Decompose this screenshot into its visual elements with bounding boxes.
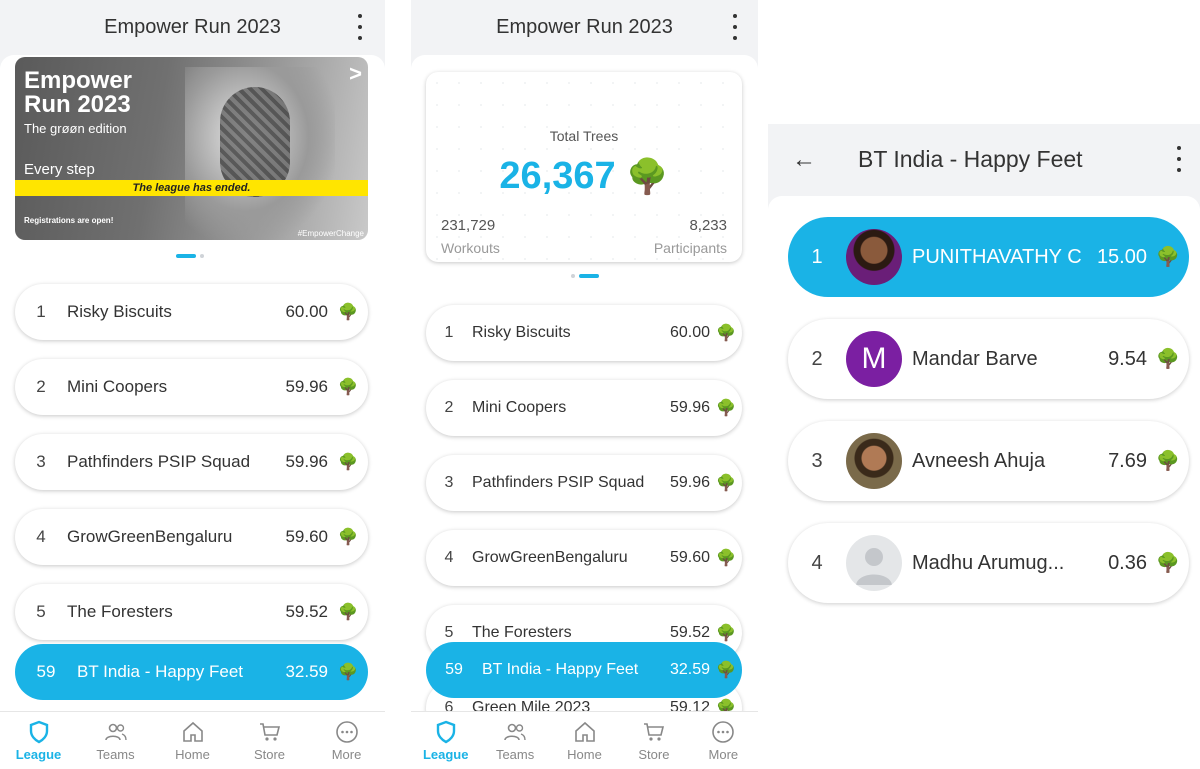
- tree-icon: 🌳: [1156, 451, 1180, 472]
- participants-value: 8,233: [689, 217, 727, 234]
- banner-tagline: Every step: [24, 161, 95, 178]
- tree-icon: 🌳: [1156, 247, 1180, 268]
- back-arrow-icon[interactable]: ←: [792, 146, 816, 174]
- league-screen: Empower Run 2023 Empower Run 2023 The grø…: [0, 0, 385, 769]
- team-row[interactable]: 4 GrowGreenBengaluru 59.60 🌳: [15, 509, 368, 565]
- hashtag-text: #EmpowerChange: [297, 229, 364, 238]
- tree-icon: 🌳: [716, 550, 736, 567]
- team-row[interactable]: 2 Mini Coopers 59.96 🌳: [426, 380, 742, 436]
- app-header: ← BT India - Happy Feet: [768, 124, 1200, 194]
- carousel-dots[interactable]: [571, 273, 599, 279]
- page-title: BT India - Happy Feet: [858, 146, 1083, 172]
- home-icon: [574, 721, 595, 742]
- participants-label: Participants: [653, 240, 727, 256]
- total-trees-label: Total Trees: [549, 128, 619, 144]
- tree-icon: 🌳: [338, 664, 358, 681]
- nav-teams[interactable]: Teams: [480, 712, 549, 769]
- people-icon: [504, 723, 526, 740]
- tree-icon: 🌳: [716, 475, 736, 492]
- bottom-nav: League Teams Home Store More: [0, 711, 385, 769]
- avatar: [846, 433, 902, 489]
- team-row[interactable]: 5 The Foresters 59.52 🌳: [15, 584, 368, 640]
- tree-icon: 🌳: [1156, 553, 1180, 574]
- shield-icon: [436, 720, 455, 743]
- more-icon: [712, 720, 735, 743]
- tree-icon: 🌳: [716, 325, 736, 342]
- registrations-text: Registrations are open!: [24, 216, 114, 225]
- team-row[interactable]: 3 Pathfinders PSIP Squad 59.96 🌳: [426, 455, 742, 511]
- avatar: [846, 229, 902, 285]
- nav-store[interactable]: Store: [231, 712, 308, 769]
- team-row[interactable]: 1 Risky Biscuits 60.00 🌳: [15, 284, 368, 340]
- stats-screen: Empower Run 2023 Total Trees 26,367 🌳 23…: [411, 0, 758, 769]
- banner-title: Empower Run 2023: [24, 67, 133, 118]
- nav-home[interactable]: Home: [154, 712, 231, 769]
- bottom-nav: League Teams Home Store More: [411, 711, 758, 769]
- cart-icon: [643, 722, 664, 741]
- home-icon: [182, 721, 203, 742]
- nav-league[interactable]: League: [0, 712, 77, 769]
- shield-icon: [29, 720, 48, 743]
- avatar: M: [846, 331, 902, 387]
- more-icon: [335, 720, 358, 743]
- app-header: Empower Run 2023: [411, 0, 758, 55]
- team-row[interactable]: 1 Risky Biscuits 60.00 🌳: [426, 305, 742, 361]
- member-row[interactable]: 1 PUNITHAVATHY C 15.00 🌳: [788, 217, 1189, 297]
- nav-more[interactable]: More: [308, 712, 385, 769]
- my-team-row[interactable]: 59 BT India - Happy Feet 32.59 🌳: [15, 644, 368, 700]
- tree-icon: 🌳: [716, 662, 736, 679]
- league-ended-strip: The league has ended.: [15, 180, 368, 196]
- nav-more[interactable]: More: [689, 712, 758, 769]
- team-row[interactable]: 4 GrowGreenBengaluru 59.60 🌳: [426, 530, 742, 586]
- member-row[interactable]: 2 M Mandar Barve 9.54 🌳: [788, 319, 1189, 399]
- tree-icon: 🌳: [338, 304, 358, 321]
- members-list: 1 PUNITHAVATHY C 15.00 🌳 2 M Mandar Barve 9…: [768, 196, 1200, 614]
- tree-icon: 🌳: [1156, 349, 1180, 370]
- page-title: Empower Run 2023: [496, 16, 673, 38]
- workouts-value: 231,729: [441, 217, 496, 234]
- tree-icon: 🌳: [716, 400, 736, 417]
- tree-icon: 🌳: [338, 604, 358, 621]
- total-trees-card[interactable]: Total Trees 26,367 🌳 231,729 Workouts 8,…: [426, 72, 742, 262]
- page-title: Empower Run 2023: [104, 16, 281, 38]
- nav-home[interactable]: Home: [550, 712, 619, 769]
- member-row[interactable]: 3 Avneesh Ahuja 7.69 🌳: [788, 421, 1189, 501]
- team-members-screen: ← BT India - Happy Feet 1 PUNITHAVATHY C…: [768, 124, 1200, 614]
- team-row[interactable]: 2 Mini Coopers 59.96 🌳: [15, 359, 368, 415]
- more-options-icon[interactable]: [730, 14, 740, 40]
- workouts-label: Workouts: [441, 240, 500, 256]
- league-content: Empower Run 2023 The grøøn edition Every …: [0, 55, 385, 711]
- cart-icon: [259, 722, 280, 741]
- carousel-dots[interactable]: [176, 253, 204, 259]
- nav-league[interactable]: League: [411, 712, 480, 769]
- more-options-icon[interactable]: [1174, 146, 1184, 172]
- chevron-right-icon: >: [349, 61, 362, 86]
- stats-content: Total Trees 26,367 🌳 231,729 Workouts 8,…: [411, 55, 758, 711]
- my-team-row[interactable]: 59 BT India - Happy Feet 32.59 🌳: [426, 642, 742, 698]
- banner-edition: The grøøn edition: [24, 121, 127, 136]
- more-options-icon[interactable]: [355, 14, 365, 40]
- tree-icon: 🌳: [338, 379, 358, 396]
- member-row[interactable]: 4 Madhu Arumug... 0.36 🌳: [788, 523, 1189, 603]
- tree-icon: 🌳: [338, 454, 358, 471]
- tree-icon: 🌳: [716, 625, 736, 642]
- tree-icon: 🌳: [338, 529, 358, 546]
- people-icon: [104, 723, 127, 740]
- nav-teams[interactable]: Teams: [77, 712, 154, 769]
- promo-banner[interactable]: Empower Run 2023 The grøøn edition Every …: [15, 57, 368, 240]
- app-header: Empower Run 2023: [0, 0, 385, 55]
- tree-icon: 🌳: [716, 700, 736, 711]
- total-trees-value: 26,367 🌳: [499, 155, 669, 197]
- nav-store[interactable]: Store: [619, 712, 688, 769]
- tree-icon: 🌳: [626, 158, 669, 196]
- team-row[interactable]: 3 Pathfinders PSIP Squad 59.96 🌳: [15, 434, 368, 490]
- avatar-placeholder-icon: [846, 535, 902, 591]
